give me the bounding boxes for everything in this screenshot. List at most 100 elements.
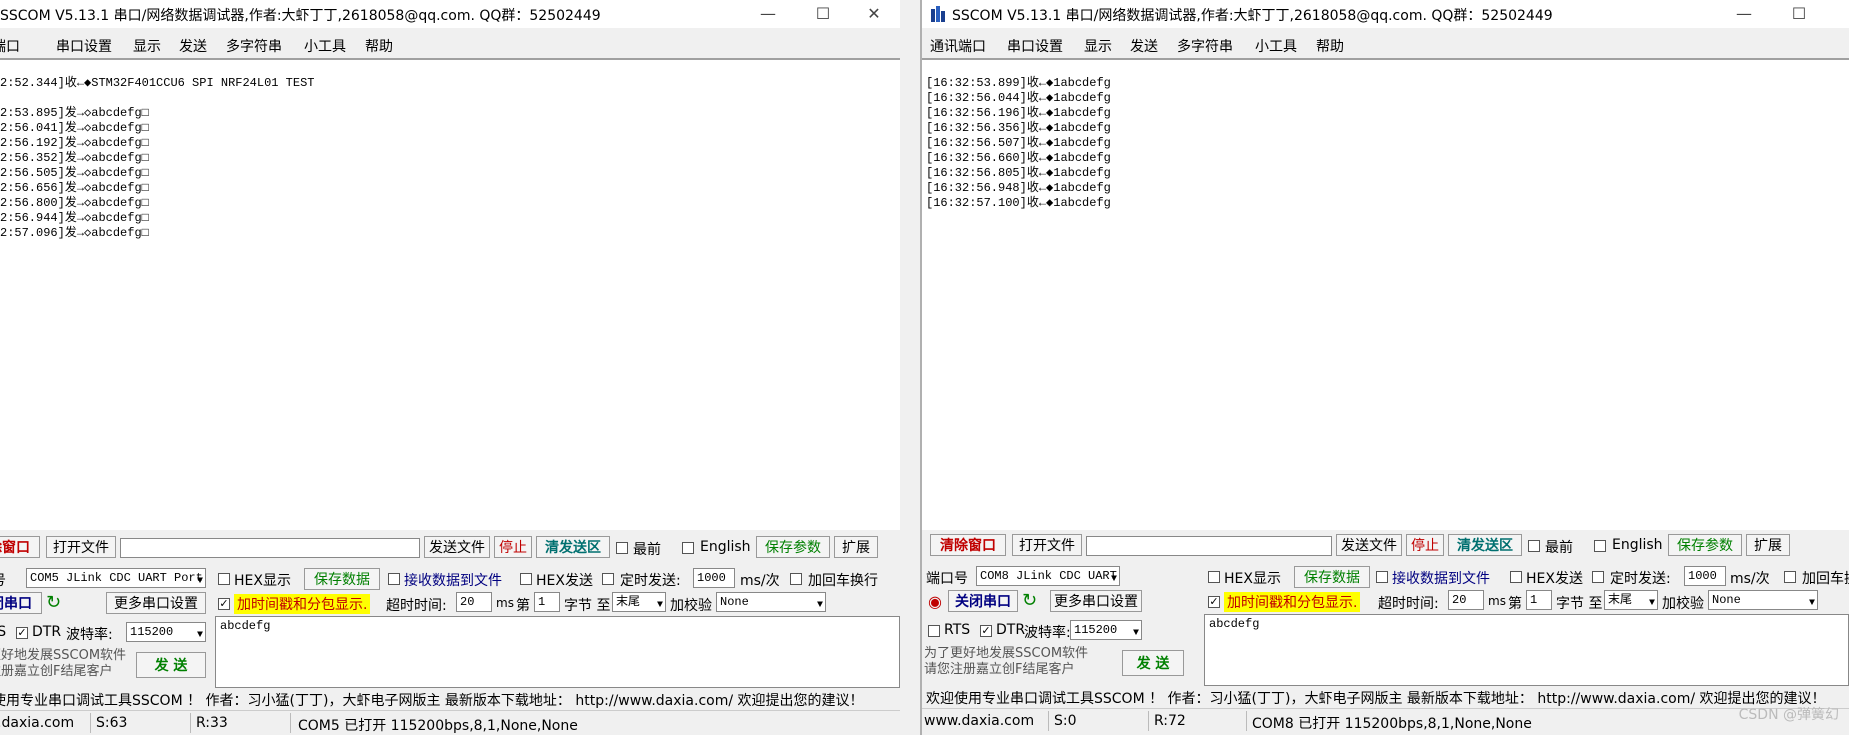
timeout-input[interactable]: 20	[1448, 590, 1484, 610]
status-site[interactable]: www.daxia.com	[924, 713, 1034, 729]
close-port-button[interactable]: 关闭串口	[948, 590, 1018, 612]
port-select[interactable]: COM5 JLink CDC UART Port ▼	[26, 568, 206, 588]
send-textarea[interactable]: abcdefg	[1204, 614, 1849, 686]
send-textarea[interactable]: abcdefg	[215, 616, 900, 688]
recv-to-file-checkbox[interactable]	[388, 573, 400, 585]
byte-from-input[interactable]: 1	[534, 592, 560, 612]
save-data-button[interactable]: 保存数据	[1294, 566, 1370, 588]
byte-from-input[interactable]: 1	[1526, 590, 1552, 610]
expand-button[interactable]: 扩展	[834, 536, 878, 558]
info-text: 欢迎使用专业串口调试工具SSCOM ！ 作者：习小猛(丁丁)，大虾电子网版主 最…	[0, 693, 864, 709]
clear-window-button[interactable]: 清除窗口	[0, 536, 40, 558]
save-params-button[interactable]: 保存参数	[1668, 534, 1742, 556]
status-site[interactable]: www.daxia.com	[0, 715, 74, 731]
interval-unit: ms/次	[1730, 571, 1770, 587]
more-settings-button[interactable]: 更多串口设置	[106, 592, 206, 614]
close-port-button[interactable]: 关闭串口	[0, 592, 42, 614]
menu-tools[interactable]: 小工具	[1255, 36, 1297, 56]
byte-to-select[interactable]: 末尾 ▼	[612, 592, 666, 612]
clear-send-button[interactable]: 清发送区	[1448, 534, 1522, 556]
hex-send-checkbox[interactable]	[1510, 571, 1522, 583]
receive-area[interactable]: [16:32:53.899]收←◆1abcdefg [16:32:56.044]…	[922, 60, 1849, 530]
menu-multi-string[interactable]: 多字符串	[226, 36, 282, 56]
checksum-select[interactable]: None ▼	[1708, 590, 1818, 610]
dtr-checkbox[interactable]: ✓	[16, 627, 28, 639]
recv-line: [16:32:56.044]收←◆1abcdefg	[926, 91, 1111, 105]
hex-send-checkbox[interactable]	[520, 573, 532, 585]
minimize-icon[interactable]: —	[754, 4, 782, 24]
english-checkbox[interactable]	[682, 542, 694, 554]
topmost-checkbox[interactable]	[1528, 540, 1540, 552]
recv-line: [16:32:53.899]收←◆1abcdefg	[926, 76, 1111, 90]
open-file-button[interactable]: 打开文件	[46, 536, 116, 558]
promo-text[interactable]: 为了更好地发展SSCOM软件 请您注册嘉立创F结尾客户	[924, 646, 1088, 678]
port-label: 端口号	[926, 571, 968, 587]
refresh-icon[interactable]: ↻	[1022, 590, 1037, 611]
menu-help[interactable]: 帮助	[1316, 36, 1344, 56]
checksum-select[interactable]: None ▼	[716, 592, 826, 612]
send-file-button[interactable]: 发送文件	[1336, 534, 1402, 556]
interval-input[interactable]: 1000	[693, 568, 735, 588]
byte-to-select[interactable]: 末尾 ▼	[1604, 590, 1658, 610]
crlf-checkbox[interactable]	[1784, 571, 1796, 583]
send-button[interactable]: 发 送	[136, 652, 206, 678]
send-file-button[interactable]: 发送文件	[424, 536, 490, 558]
topmost-checkbox[interactable]	[616, 542, 628, 554]
port-select[interactable]: COM8 JLink CDC UART Port▼	[976, 566, 1120, 586]
rts-checkbox[interactable]	[928, 625, 940, 637]
menu-display[interactable]: 显示	[1084, 36, 1112, 56]
receive-area[interactable]: [16:32:52.344]收←◆STM32F401CCU6 SPI NRF24…	[0, 60, 900, 530]
save-params-button[interactable]: 保存参数	[756, 536, 830, 558]
chevron-down-icon: ▼	[1132, 628, 1139, 639]
timeout-input[interactable]: 20	[456, 592, 492, 612]
recv-to-file-checkbox[interactable]	[1376, 571, 1388, 583]
menu-send[interactable]: 发送	[179, 36, 207, 56]
recv-line: [16:32:57.100]收←◆1abcdefg	[926, 196, 1111, 210]
menu-send[interactable]: 发送	[1130, 36, 1158, 56]
timestamp-checkbox[interactable]: ✓	[218, 598, 230, 610]
rts-label: RTS	[0, 624, 6, 640]
menu-serial-settings[interactable]: 串口设置	[1007, 36, 1063, 56]
menu-comm-port[interactable]: 通讯端口	[0, 36, 20, 56]
dtr-label: DTR	[996, 622, 1026, 638]
file-path-input[interactable]	[120, 538, 420, 558]
close-icon[interactable]: ✕	[860, 4, 888, 24]
english-checkbox[interactable]	[1594, 540, 1606, 552]
stop-button[interactable]: 停止	[494, 536, 532, 558]
clear-window-button[interactable]: 清除窗口	[930, 534, 1006, 556]
file-toolbar: 清除窗口 打开文件 发送文件 停止 清发送区 最前 English 保存参数 扩…	[0, 536, 900, 562]
recv-line: [16:32:56.660]收←◆1abcdefg	[926, 151, 1111, 165]
promo-text[interactable]: 为了更好地发展SSCOM软件 请您注册嘉立创F结尾客户	[0, 648, 126, 680]
dtr-checkbox[interactable]: ✓	[980, 625, 992, 637]
menu-tools[interactable]: 小工具	[304, 36, 346, 56]
menu-help[interactable]: 帮助	[365, 36, 393, 56]
timestamp-checkbox[interactable]: ✓	[1208, 596, 1220, 608]
menu-comm-port[interactable]: 通讯端口	[930, 36, 986, 56]
refresh-icon[interactable]: ↻	[46, 592, 61, 613]
more-settings-button[interactable]: 更多串口设置	[1050, 590, 1142, 612]
save-data-button[interactable]: 保存数据	[304, 568, 380, 590]
nth-label: 第	[1508, 596, 1522, 612]
menu-multi-string[interactable]: 多字符串	[1177, 36, 1233, 56]
clear-send-button[interactable]: 清发送区	[536, 536, 610, 558]
send-button[interactable]: 发 送	[1122, 650, 1184, 676]
interval-input[interactable]: 1000	[1684, 566, 1726, 586]
baud-select[interactable]: 115200 ▼	[126, 622, 206, 642]
hex-display-checkbox[interactable]	[1208, 571, 1220, 583]
timed-send-checkbox[interactable]	[1592, 571, 1604, 583]
recv-line: [16:32:53.895]发→◇abcdefg□	[0, 106, 149, 120]
expand-button[interactable]: 扩展	[1746, 534, 1790, 556]
timed-send-checkbox[interactable]	[602, 573, 614, 585]
file-path-input[interactable]	[1086, 536, 1332, 556]
menu-display[interactable]: 显示	[133, 36, 161, 56]
title-bar: SSCOM V5.13.1 串口/网络数据调试器,作者:大虾丁丁,2618058…	[922, 0, 1849, 28]
menu-serial-settings[interactable]: 串口设置	[56, 36, 112, 56]
hex-display-checkbox[interactable]	[218, 573, 230, 585]
stop-button[interactable]: 停止	[1406, 534, 1444, 556]
maximize-icon[interactable]: ☐	[809, 4, 837, 24]
baud-select[interactable]: 115200 ▼	[1070, 620, 1142, 640]
maximize-icon[interactable]: ☐	[1785, 4, 1813, 24]
open-file-button[interactable]: 打开文件	[1012, 534, 1082, 556]
minimize-icon[interactable]: —	[1730, 4, 1758, 24]
crlf-checkbox[interactable]	[790, 573, 802, 585]
